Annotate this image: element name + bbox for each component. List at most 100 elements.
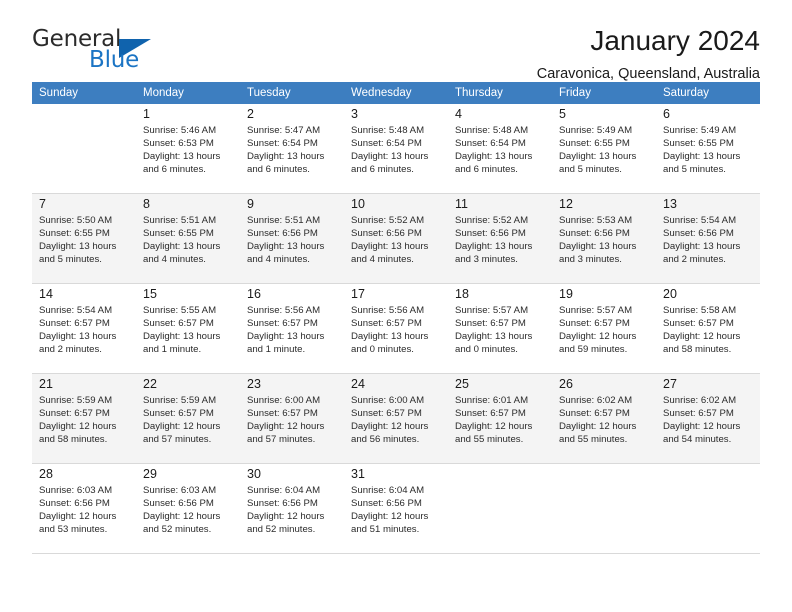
sunset-time: Sunset: 6:56 PM <box>143 498 214 510</box>
weekday-header-monday: Monday <box>136 82 240 104</box>
calendar-day-cell[interactable]: 22 Sunrise: 5:59 AM Sunset: 6:57 PM Dayligh… <box>136 373 240 464</box>
daylight-duration: Daylight: 13 hours <box>247 331 325 343</box>
calendar-week-row: 28 Sunrise: 6:03 AM Sunset: 6:56 PM Dayligh… <box>32 463 760 554</box>
day-cell-content: 9 Sunrise: 5:51 AM Sunset: 6:56 PM Daylight… <box>240 194 344 283</box>
calendar-day-cell[interactable]: 24 Sunrise: 6:00 AM Sunset: 6:57 PM Dayligh… <box>344 373 448 464</box>
daylight-duration: and 54 minutes. <box>663 434 732 446</box>
page-title: January 2024 <box>590 25 760 56</box>
calendar-day-cell[interactable]: 18 Sunrise: 5:57 AM Sunset: 6:57 PM Dayligh… <box>448 283 552 374</box>
calendar-day-cell[interactable]: 13 Sunrise: 5:54 AM Sunset: 6:56 PM Dayligh… <box>656 193 760 284</box>
calendar-day-cell[interactable]: 4 Sunrise: 5:48 AM Sunset: 6:54 PM Daylight… <box>448 104 552 194</box>
sunset-time: Sunset: 6:57 PM <box>39 408 110 420</box>
weekday-header-sunday: Sunday <box>32 82 136 104</box>
calendar-day-cell[interactable]: 5 Sunrise: 5:49 AM Sunset: 6:55 PM Daylight… <box>552 104 656 194</box>
calendar-day-cell[interactable]: 3 Sunrise: 5:48 AM Sunset: 6:54 PM Daylight… <box>344 104 448 194</box>
daylight-duration: Daylight: 13 hours <box>143 241 221 253</box>
day-sun-info: Sunrise: 5:49 AM Sunset: 6:55 PM Daylight:… <box>663 124 754 176</box>
daylight-duration: and 5 minutes. <box>559 164 622 176</box>
sunset-time: Sunset: 6:57 PM <box>351 318 422 330</box>
day-sun-info: Sunrise: 5:49 AM Sunset: 6:55 PM Daylight:… <box>559 124 650 176</box>
calendar-day-cell[interactable]: 21 Sunrise: 5:59 AM Sunset: 6:57 PM Dayligh… <box>32 373 136 464</box>
sunset-time: Sunset: 6:57 PM <box>247 408 318 420</box>
day-sun-info: Sunrise: 6:01 AM Sunset: 6:57 PM Daylight:… <box>455 394 546 446</box>
day-cell-content: 31 Sunrise: 6:04 AM Sunset: 6:56 PM Dayligh… <box>344 464 448 553</box>
calendar-empty-cell <box>552 463 656 554</box>
calendar-week-row: 7 Sunrise: 5:50 AM Sunset: 6:55 PM Daylight… <box>32 193 760 284</box>
calendar-day-cell[interactable]: 2 Sunrise: 5:47 AM Sunset: 6:54 PM Daylight… <box>240 104 344 194</box>
calendar-day-cell[interactable]: 10 Sunrise: 5:52 AM Sunset: 6:56 PM Dayligh… <box>344 193 448 284</box>
day-number: 18 <box>455 287 469 301</box>
calendar-day-cell[interactable]: 26 Sunrise: 6:02 AM Sunset: 6:57 PM Dayligh… <box>552 373 656 464</box>
calendar-day-cell[interactable]: 31 Sunrise: 6:04 AM Sunset: 6:56 PM Dayligh… <box>344 463 448 554</box>
calendar-day-cell[interactable]: 11 Sunrise: 5:52 AM Sunset: 6:56 PM Dayligh… <box>448 193 552 284</box>
calendar-day-cell[interactable]: 28 Sunrise: 6:03 AM Sunset: 6:56 PM Dayligh… <box>32 463 136 554</box>
day-cell-content: 15 Sunrise: 5:55 AM Sunset: 6:57 PM Dayligh… <box>136 284 240 373</box>
day-number: 14 <box>39 287 53 301</box>
day-number: 22 <box>143 377 157 391</box>
day-number: 16 <box>247 287 261 301</box>
day-cell-content: 20 Sunrise: 5:58 AM Sunset: 6:57 PM Dayligh… <box>656 284 760 373</box>
calendar-day-cell[interactable]: 15 Sunrise: 5:55 AM Sunset: 6:57 PM Dayligh… <box>136 283 240 374</box>
calendar-day-cell[interactable]: 25 Sunrise: 6:01 AM Sunset: 6:57 PM Dayligh… <box>448 373 552 464</box>
daylight-duration: Daylight: 13 hours <box>143 331 221 343</box>
sunrise-time: Sunrise: 5:58 AM <box>663 305 737 316</box>
calendar-empty-cell <box>448 463 552 554</box>
sunset-time: Sunset: 6:56 PM <box>663 228 734 240</box>
daylight-duration: and 6 minutes. <box>455 164 518 176</box>
day-cell-content: 23 Sunrise: 6:00 AM Sunset: 6:57 PM Dayligh… <box>240 374 344 463</box>
daylight-duration: and 1 minute. <box>143 344 202 356</box>
calendar-day-cell[interactable]: 20 Sunrise: 5:58 AM Sunset: 6:57 PM Dayligh… <box>656 283 760 374</box>
general-blue-logo[interactable]: General Blue <box>32 26 192 78</box>
calendar-day-cell[interactable]: 6 Sunrise: 5:49 AM Sunset: 6:55 PM Daylight… <box>656 104 760 194</box>
daylight-duration: Daylight: 13 hours <box>247 151 325 163</box>
sunset-time: Sunset: 6:56 PM <box>247 228 318 240</box>
day-sun-info: Sunrise: 5:52 AM Sunset: 6:56 PM Daylight:… <box>455 214 546 266</box>
calendar-day-cell[interactable]: 30 Sunrise: 6:04 AM Sunset: 6:56 PM Dayligh… <box>240 463 344 554</box>
calendar-day-cell[interactable]: 16 Sunrise: 5:56 AM Sunset: 6:57 PM Dayligh… <box>240 283 344 374</box>
day-number: 24 <box>351 377 365 391</box>
sunrise-time: Sunrise: 5:56 AM <box>247 305 321 316</box>
day-cell-content: 16 Sunrise: 5:56 AM Sunset: 6:57 PM Dayligh… <box>240 284 344 373</box>
calendar-day-cell[interactable]: 27 Sunrise: 6:02 AM Sunset: 6:57 PM Dayligh… <box>656 373 760 464</box>
calendar-day-cell[interactable]: 12 Sunrise: 5:53 AM Sunset: 6:56 PM Dayligh… <box>552 193 656 284</box>
daylight-duration: and 6 minutes. <box>351 164 414 176</box>
calendar-day-cell[interactable]: 17 Sunrise: 5:56 AM Sunset: 6:57 PM Dayligh… <box>344 283 448 374</box>
daylight-duration: and 59 minutes. <box>559 344 628 356</box>
daylight-duration: and 4 minutes. <box>247 254 310 266</box>
day-number: 31 <box>351 467 365 481</box>
daylight-duration: Daylight: 13 hours <box>455 241 533 253</box>
sunset-time: Sunset: 6:56 PM <box>351 498 422 510</box>
weekday-header-friday: Friday <box>552 82 656 104</box>
title-block: January 2024 Caravonica, Queensland, Aus… <box>537 25 760 83</box>
daylight-duration: and 4 minutes. <box>351 254 414 266</box>
calendar-day-cell[interactable]: 7 Sunrise: 5:50 AM Sunset: 6:55 PM Daylight… <box>32 193 136 284</box>
sunrise-time: Sunrise: 6:02 AM <box>663 395 737 406</box>
calendar-empty-cell <box>656 463 760 554</box>
daylight-duration: and 52 minutes. <box>143 524 212 536</box>
day-sun-info: Sunrise: 5:56 AM Sunset: 6:57 PM Daylight:… <box>351 304 442 356</box>
day-sun-info: Sunrise: 6:02 AM Sunset: 6:57 PM Daylight:… <box>559 394 650 446</box>
day-sun-info: Sunrise: 6:02 AM Sunset: 6:57 PM Daylight:… <box>663 394 754 446</box>
day-number: 15 <box>143 287 157 301</box>
weekday-header-tuesday: Tuesday <box>240 82 344 104</box>
weekday-header-thursday: Thursday <box>448 82 552 104</box>
day-number: 26 <box>559 377 573 391</box>
calendar-day-cell[interactable]: 1 Sunrise: 5:46 AM Sunset: 6:53 PM Daylight… <box>136 104 240 194</box>
day-sun-info: Sunrise: 5:51 AM Sunset: 6:55 PM Daylight:… <box>143 214 234 266</box>
day-number: 29 <box>143 467 157 481</box>
calendar-day-cell[interactable]: 29 Sunrise: 6:03 AM Sunset: 6:56 PM Dayligh… <box>136 463 240 554</box>
calendar-day-cell[interactable]: 9 Sunrise: 5:51 AM Sunset: 6:56 PM Daylight… <box>240 193 344 284</box>
weekday-header-wednesday: Wednesday <box>344 82 448 104</box>
day-sun-info: Sunrise: 5:59 AM Sunset: 6:57 PM Daylight:… <box>39 394 130 446</box>
day-number: 30 <box>247 467 261 481</box>
daylight-duration: and 58 minutes. <box>39 434 108 446</box>
calendar-day-cell[interactable]: 14 Sunrise: 5:54 AM Sunset: 6:57 PM Dayligh… <box>32 283 136 374</box>
calendar-day-cell[interactable]: 19 Sunrise: 5:57 AM Sunset: 6:57 PM Dayligh… <box>552 283 656 374</box>
daylight-duration: and 1 minute. <box>247 344 306 356</box>
daylight-duration: and 6 minutes. <box>143 164 206 176</box>
sunrise-time: Sunrise: 5:52 AM <box>351 215 425 226</box>
calendar-day-cell[interactable]: 23 Sunrise: 6:00 AM Sunset: 6:57 PM Dayligh… <box>240 373 344 464</box>
calendar-day-cell[interactable]: 8 Sunrise: 5:51 AM Sunset: 6:55 PM Daylight… <box>136 193 240 284</box>
daylight-duration: Daylight: 12 hours <box>663 421 741 433</box>
sunset-time: Sunset: 6:53 PM <box>143 138 214 150</box>
